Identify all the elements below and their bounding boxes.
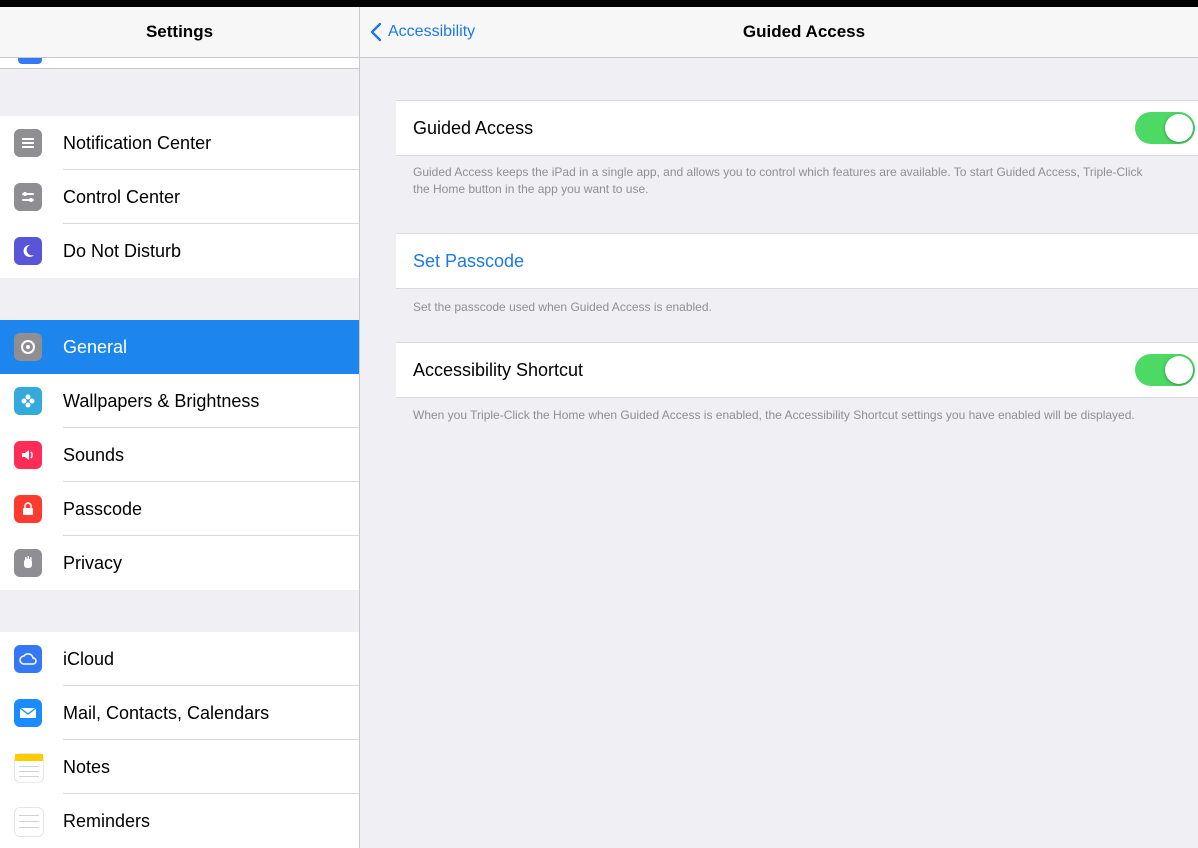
sidebar-item-label: iCloud xyxy=(63,648,115,669)
notification-center-icon xyxy=(14,129,42,157)
sidebar-group-1: Notification Center Control Center Do No… xyxy=(0,116,359,278)
sidebar-item-reminders[interactable]: Reminders xyxy=(0,794,359,848)
sidebar-item-general[interactable]: General xyxy=(0,320,359,374)
set-passcode-footer: Set the passcode used when Guided Access… xyxy=(413,300,712,314)
sidebar-item-label: Reminders xyxy=(63,810,151,831)
flower-icon xyxy=(14,387,42,415)
set-passcode-cell[interactable]: Set Passcode xyxy=(396,233,1198,289)
sidebar-item-do-not-disturb[interactable]: Do Not Disturb xyxy=(0,224,359,278)
ipad-screen: Settings Notification Center Control Cen… xyxy=(0,7,1198,848)
sidebar-group-3: iCloud Mail, Contacts, Calendars Notes R… xyxy=(0,632,359,848)
sidebar-item-mail-contacts-calendars[interactable]: Mail, Contacts, Calendars xyxy=(0,686,359,740)
moon-icon xyxy=(14,237,42,265)
guided-access-cell: Guided Access xyxy=(396,100,1198,156)
page-title: Guided Access xyxy=(742,22,866,41)
settings-sidebar: Settings Notification Center Control Cen… xyxy=(0,7,360,848)
sidebar-item-notification-center[interactable]: Notification Center xyxy=(0,116,359,170)
set-passcode-link[interactable]: Set Passcode xyxy=(413,251,524,272)
notes-icon xyxy=(14,753,44,783)
accessibility-shortcut-cell: Accessibility Shortcut xyxy=(396,342,1198,398)
sidebar-item-control-center[interactable]: Control Center xyxy=(0,170,359,224)
sidebar-item-label: Do Not Disturb xyxy=(63,240,182,261)
sidebar-group-2: General Wallpapers & Brightness Sounds P… xyxy=(0,320,359,590)
control-center-icon xyxy=(14,183,42,211)
sidebar-top-fragment xyxy=(0,58,359,69)
sidebar-item-label: Sounds xyxy=(63,444,125,465)
gear-icon xyxy=(14,333,42,361)
accessibility-shortcut-footer: When you Triple-Click the Home when Guid… xyxy=(413,408,1135,422)
mail-icon xyxy=(14,699,42,727)
guided-access-footer: Guided Access keeps the iPad in a single… xyxy=(413,165,1143,196)
sidebar-item-label: Control Center xyxy=(63,186,181,207)
sidebar-item-label: General xyxy=(63,336,128,357)
sidebar-item-label: Wallpapers & Brightness xyxy=(63,390,260,411)
cloud-icon xyxy=(14,645,42,673)
sidebar-item-passcode[interactable]: Passcode xyxy=(0,482,359,536)
sidebar-item-label: Notes xyxy=(63,756,111,777)
sidebar-item-privacy[interactable]: Privacy xyxy=(0,536,359,590)
accessibility-shortcut-label: Accessibility Shortcut xyxy=(413,360,584,380)
toggle-knob xyxy=(1165,114,1193,142)
speaker-icon xyxy=(14,441,42,469)
sidebar-item-label: Notification Center xyxy=(63,132,212,153)
detail-pane: Accessibility Guided Access Guided Acces… xyxy=(360,7,1198,848)
sidebar-title: Settings xyxy=(0,7,359,58)
sidebar-item-icloud[interactable]: iCloud xyxy=(0,632,359,686)
accessibility-shortcut-toggle[interactable] xyxy=(1135,354,1195,386)
partial-app-icon xyxy=(18,58,42,64)
hand-icon xyxy=(14,549,42,577)
reminders-icon xyxy=(14,807,44,837)
sidebar-item-label: Mail, Contacts, Calendars xyxy=(63,702,270,723)
sidebar-item-notes[interactable]: Notes xyxy=(0,740,359,794)
sidebar-item-label: Privacy xyxy=(63,552,123,573)
toggle-knob xyxy=(1165,356,1193,384)
guided-access-label: Guided Access xyxy=(413,118,534,138)
guided-access-toggle[interactable] xyxy=(1135,112,1195,144)
detail-nav-bar: Accessibility Guided Access xyxy=(360,7,1198,58)
sidebar-item-wallpapers-brightness[interactable]: Wallpapers & Brightness xyxy=(0,374,359,428)
lock-icon xyxy=(14,495,42,523)
sidebar-item-sounds[interactable]: Sounds xyxy=(0,428,359,482)
sidebar-item-label: Passcode xyxy=(63,498,143,519)
